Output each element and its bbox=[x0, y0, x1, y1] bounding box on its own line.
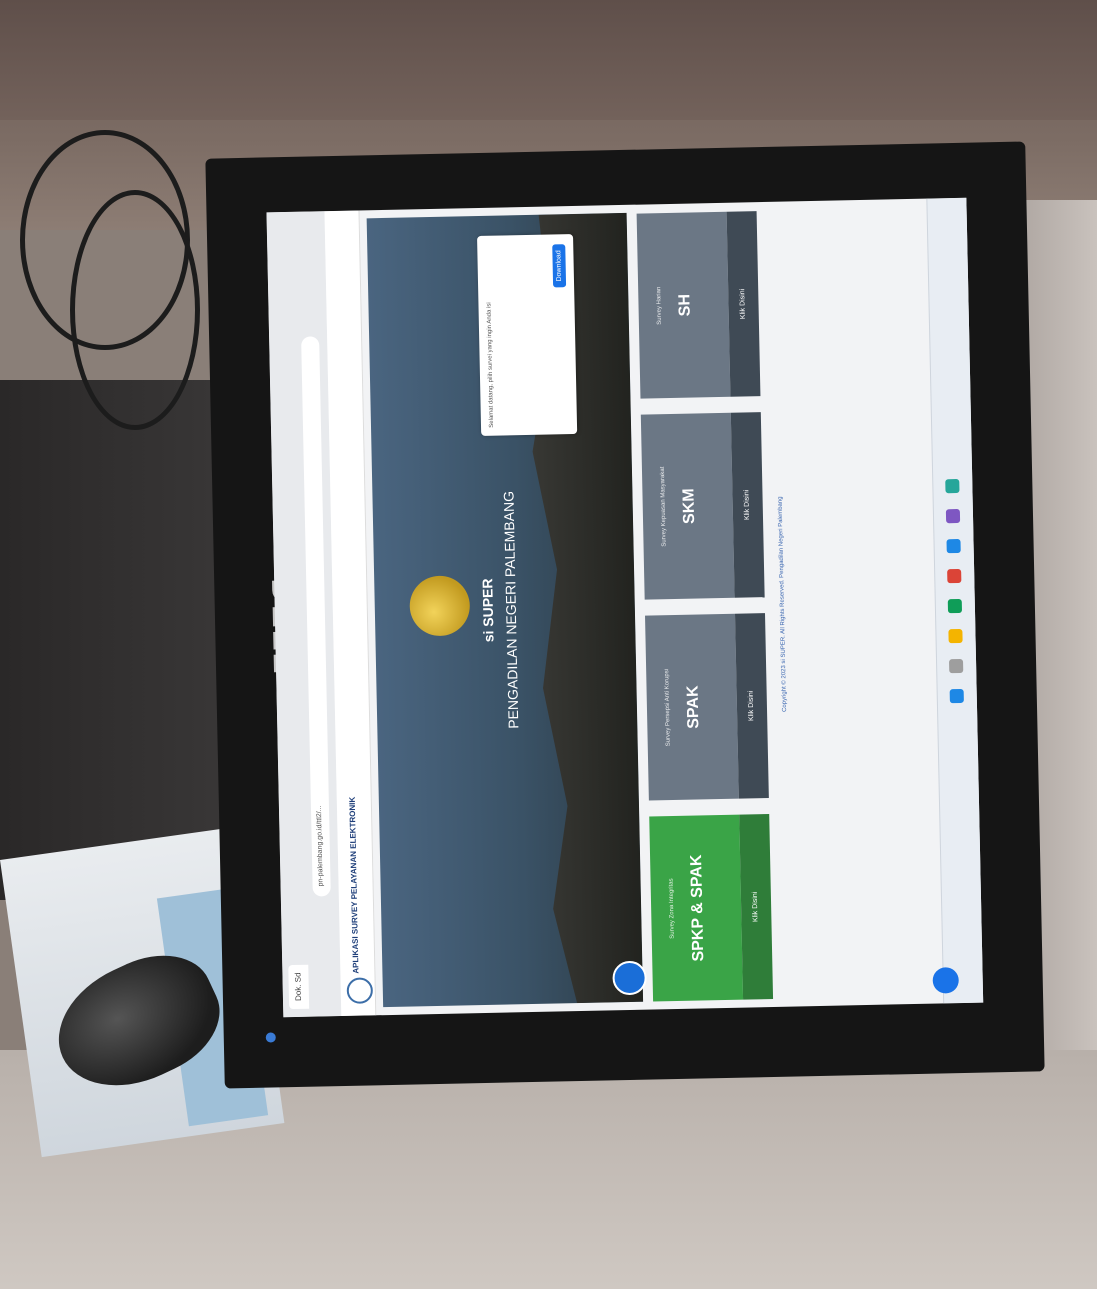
card-spak[interactable]: Survey Persepsi Anti Korupsi SPAK Klik D… bbox=[645, 613, 769, 801]
popup-panel: Selamat datang, pilih survei yang ingin … bbox=[477, 234, 578, 436]
windows-start-icon[interactable] bbox=[949, 688, 964, 704]
card-head: Survey Harian SH bbox=[636, 211, 731, 399]
card-name: SH bbox=[676, 293, 694, 317]
court-logo-icon bbox=[346, 977, 374, 1004]
card-head: Survey Kepuasan Masyarakat SKM bbox=[640, 412, 735, 600]
popup-button[interactable]: Download bbox=[552, 244, 567, 288]
card-caption: Survey Kepuasan Masyarakat bbox=[659, 466, 668, 547]
survey-cards: Survey Zona Integritas SPKP & SPAK Klik … bbox=[636, 210, 774, 1002]
card-footer-link[interactable]: Klik Disini bbox=[734, 613, 769, 799]
search-icon[interactable] bbox=[948, 658, 964, 674]
page-footer: Copyright © 2023 si SUPER. All Rights Re… bbox=[777, 496, 789, 713]
app-icon[interactable] bbox=[945, 508, 961, 524]
browser-tab[interactable]: Dok. Sd bbox=[288, 964, 310, 1010]
file-explorer-icon[interactable] bbox=[948, 628, 963, 644]
pc-tower bbox=[0, 380, 245, 900]
card-footer-link[interactable]: Klik Disini bbox=[726, 211, 761, 397]
taskbar bbox=[926, 197, 984, 1004]
screen-content: Dok. Sd pn-palembang.go.id/ttl2/... APLI… bbox=[266, 197, 984, 1018]
chrome-icon[interactable] bbox=[947, 568, 962, 584]
card-caption: Survey Harian bbox=[656, 286, 663, 325]
card-spkp-spak[interactable]: Survey Zona Integritas SPKP & SPAK Klik … bbox=[649, 814, 774, 1002]
card-caption: Survey Persepsi Anti Korupsi bbox=[664, 668, 672, 747]
hero-banner: si SUPER PENGADILAN NEGERI PALEMBANG Sel… bbox=[366, 212, 644, 1008]
card-head: Survey Zona Integritas SPKP & SPAK bbox=[649, 814, 744, 1002]
app-icon[interactable] bbox=[945, 478, 960, 494]
edge-icon[interactable] bbox=[946, 538, 961, 554]
card-footer-link[interactable]: Klik Disini bbox=[730, 412, 765, 598]
seal-icon bbox=[409, 575, 471, 637]
card-sh[interactable]: Survey Harian SH Klik Disini bbox=[636, 211, 761, 399]
card-caption: Survey Zona Integritas bbox=[668, 878, 676, 939]
monitor-screen: Dok. Sd pn-palembang.go.id/ttl2/... APLI… bbox=[266, 197, 984, 1018]
card-head: Survey Persepsi Anti Korupsi SPAK bbox=[645, 613, 739, 801]
background-shelf bbox=[0, 0, 1097, 120]
app-title: APLIKASI SURVEY PELAYANAN ELEKTRONIK bbox=[347, 796, 361, 974]
card-name: SPAK bbox=[684, 685, 703, 729]
cable bbox=[70, 190, 200, 430]
card-name: SKM bbox=[680, 488, 699, 525]
card-skm[interactable]: Survey Kepuasan Masyarakat SKM Klik Disi… bbox=[640, 412, 765, 600]
address-bar[interactable]: pn-palembang.go.id/ttl2/... bbox=[301, 336, 331, 897]
power-led-icon bbox=[265, 1032, 276, 1043]
popup-text: Selamat datang, pilih survei yang ingin … bbox=[486, 302, 496, 428]
card-footer-link[interactable]: Klik Disini bbox=[739, 814, 774, 1000]
monitor: DELL Dok. Sd pn-palembang.go.id/ttl2/...… bbox=[205, 141, 1045, 1089]
app-icon[interactable] bbox=[947, 598, 963, 614]
card-name: SPKP & SPAK bbox=[688, 854, 708, 962]
